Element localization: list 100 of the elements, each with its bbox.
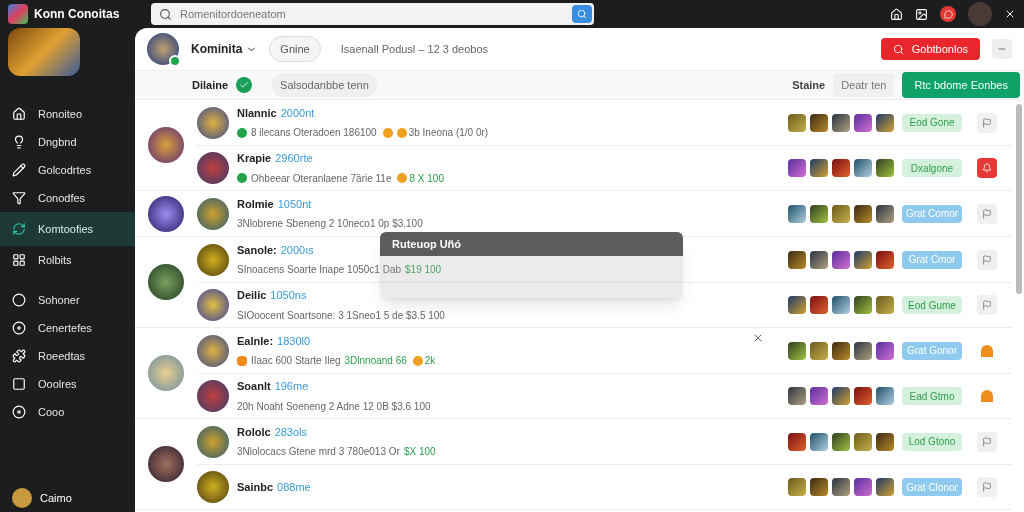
search-field[interactable]: Romenitordoeneatom [151,3,594,25]
sidebar-item[interactable]: Cenertefes [0,314,135,342]
row-amount: 3Dlnnoand 66 [344,354,407,369]
status-badge: Eod Gume [902,296,962,314]
primary-button[interactable]: Gobtbonlos [880,38,980,60]
sidebar-item[interactable]: Ronoiteo [0,100,135,128]
home-icon[interactable] [890,7,903,21]
search-icon [159,7,172,21]
row-detail: 20h Noaht Soeneng 2 Adne 12 0B $3.6 100 [237,399,431,414]
row-avatar [197,334,229,367]
pencil-icon [12,163,26,177]
profile-avatar[interactable] [968,2,992,26]
alert-button[interactable] [977,158,997,178]
row-detail: IIaac 600 Starte Ileg [251,354,341,369]
item-thumbnail [832,204,850,223]
item-thumbnail [788,204,806,223]
row-tag: 1050ns [270,287,307,304]
app-title: Konn Conoitas [34,6,120,23]
sidebar-item[interactable]: Sohoner [0,286,135,314]
sidebar-item[interactable]: Roeedtas [0,342,135,370]
row-amount: 8 X 100 [409,171,444,186]
search-input[interactable]: Romenitordoeneatom [172,5,572,23]
item-thumbnail [832,296,850,314]
flag-button[interactable] [977,295,997,315]
disc-icon [12,321,26,335]
row-avatar [197,380,229,412]
row-detail: 3Nlobrene Sbeneng 2 10neco1 0p $3.100 [237,217,423,232]
flag-button[interactable] [977,249,997,270]
row-detail: Ohbeear Oteranlaene 7ärie 11e [251,171,392,186]
home-icon [12,107,26,121]
item-thumbnail [788,296,806,314]
sidebar-item[interactable]: Golcodrtes [0,156,135,184]
flag-button[interactable] [977,112,997,133]
flag-icon [982,117,992,128]
channel-avatar [147,33,179,65]
row-amount: $19 100 [405,263,442,278]
item-thumbnail [788,113,806,132]
image-icon[interactable] [915,7,928,21]
item-thumbnail [854,341,872,360]
channel-dropdown[interactable]: Kominita [191,40,258,58]
flag-icon [982,208,992,219]
sidebar-item[interactable]: Rolbits [0,246,135,274]
row-avatar [197,471,229,503]
channel-info: Isaenall Podusl – 12 3 deobos [340,41,489,57]
item-thumbnail [832,113,850,132]
item-thumbnail [876,478,894,496]
row-name: Nlannic [237,105,277,121]
item-thumbnail [876,296,894,314]
sidebar-item[interactable]: Ooolres [0,370,135,398]
row-tag: 1830l0 [277,332,311,350]
row-amount: 2k [424,354,436,369]
sidebar-item[interactable]: Cooo [0,398,135,426]
flag-icon [982,300,992,310]
item-thumbnail [810,159,828,177]
sidebar-item[interactable]: Komtoofies [0,212,135,246]
item-thumbnail [832,478,850,496]
player-avatar [148,264,184,300]
close-icon[interactable] [1004,8,1016,20]
flag-button[interactable] [977,431,997,452]
status-badge: Grat Cmor [902,250,962,269]
filter-label: Dilaine [192,77,229,93]
coin-icon [397,173,408,184]
item-thumbnail [876,432,894,451]
row-tag: 2960rte [275,150,313,167]
item-thumbnail [876,159,894,177]
item-thumbnail [788,387,806,405]
search-button[interactable] [572,5,592,23]
row-detail: 8 ilecans Oteradoen 186100 [251,126,377,141]
status-badge: Lod Gtono [902,432,962,451]
row-avatar [197,152,229,184]
sidebar-item[interactable]: Conodfes [0,184,135,212]
row-avatar [197,106,229,139]
row-detail: 3b Ineona (1/0 0r) [408,126,489,141]
row-name: Deilic [237,288,267,304]
filter-chip[interactable]: Salsodanbbe tenn [272,72,377,98]
search-icon [892,43,904,55]
flag-button[interactable] [977,203,997,224]
row-tag: 283ols [274,423,308,441]
row-name: Sanole: [237,242,277,258]
row-avatar [197,197,229,230]
item-thumbnail [788,159,806,177]
status-badge: Grat Gonor [902,341,962,360]
collapse-button[interactable] [992,39,1012,59]
row-tag: 088me [277,478,311,496]
flag-button[interactable] [977,477,997,497]
row-detail: 3Nlolocacs Gtene mrd 3 780e013 Or [237,445,400,460]
coin-icon [382,127,393,138]
sidebar-item[interactable]: Dngbnd [0,128,135,156]
item-thumbnail [854,478,872,496]
item-thumbnail [788,478,806,496]
row-avatar [197,425,229,458]
item-thumbnail [788,341,806,360]
row-avatar [197,289,229,321]
search-icon [577,9,587,19]
chat-button[interactable] [940,6,956,22]
sort-dropdown[interactable]: Deatr ten [833,72,895,98]
cube-logo-icon [8,4,28,24]
item-thumbnail [854,159,872,177]
user-name: Caimo [40,490,72,506]
item-thumbnail [854,204,872,223]
